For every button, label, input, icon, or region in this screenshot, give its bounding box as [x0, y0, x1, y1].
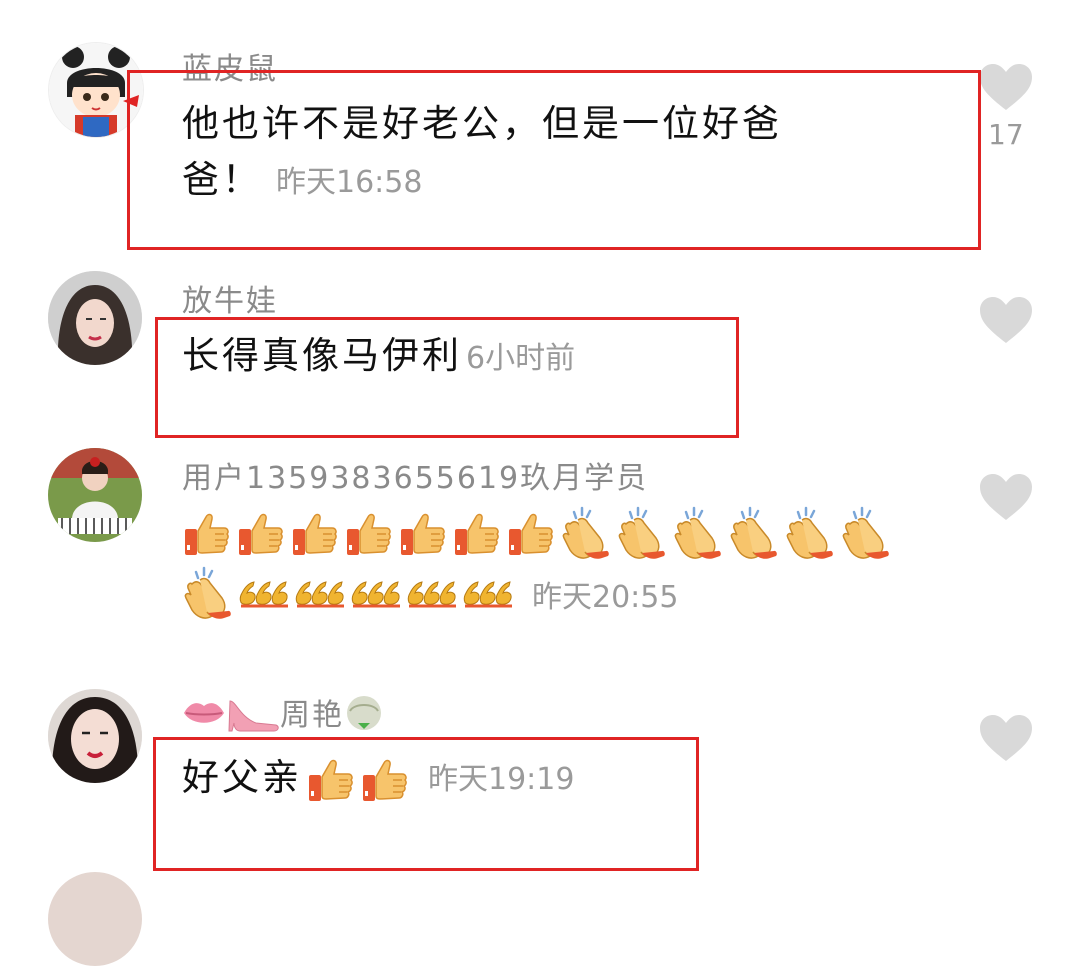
rice-dumpling-icon — [344, 693, 384, 741]
highlight-box — [155, 317, 739, 438]
username-row: 周艳 — [182, 690, 384, 741]
clapping-hands-icon — [728, 506, 780, 562]
high-heel-icon — [226, 693, 280, 741]
username[interactable]: 用户1359383655619玖月学员 — [182, 453, 648, 497]
timestamp: 昨天20:55 — [532, 580, 679, 615]
six-six-six-icon — [462, 578, 516, 610]
like-button[interactable] — [978, 62, 1034, 112]
highlight-box — [153, 737, 699, 871]
clapping-hands-icon — [784, 506, 836, 562]
clapping-hands-icon — [672, 506, 724, 562]
woman-photo-avatar-icon — [48, 271, 142, 365]
thumbs-up-icon — [344, 509, 394, 559]
clapping-hands-icon — [182, 566, 234, 622]
emoji-row-2: 昨天20:55 — [182, 566, 678, 626]
thumbs-up-icon — [290, 509, 340, 559]
woman-closeup-avatar-icon — [48, 689, 142, 783]
like-count: 17 — [988, 118, 1024, 151]
emoji-row-1 — [182, 506, 896, 566]
six-six-six-icon — [294, 578, 348, 610]
thumbs-up-icon — [236, 509, 286, 559]
thumbs-up-icon — [182, 509, 232, 559]
username[interactable]: 周艳 — [280, 698, 344, 733]
lips-icon — [182, 696, 226, 738]
heart-icon — [978, 62, 1034, 112]
thumbs-up-icon — [452, 509, 502, 559]
username[interactable]: 放牛娃 — [182, 276, 278, 320]
avatar[interactable] — [48, 271, 142, 365]
avatar[interactable] — [48, 689, 142, 783]
clapping-hands-icon — [616, 506, 668, 562]
highlight-box — [127, 70, 981, 250]
heart-icon — [978, 713, 1034, 763]
like-button[interactable] — [978, 713, 1034, 763]
clapping-hands-icon — [840, 506, 892, 562]
six-six-six-icon — [406, 578, 460, 610]
avatar[interactable] — [48, 448, 142, 542]
clapping-hands-icon — [560, 506, 612, 562]
thumbs-up-icon — [398, 509, 448, 559]
like-button[interactable] — [978, 472, 1034, 522]
heart-icon — [978, 472, 1034, 522]
heart-icon — [978, 295, 1034, 345]
thumbs-up-icon — [506, 509, 556, 559]
like-button[interactable] — [978, 295, 1034, 345]
six-six-six-icon — [350, 578, 404, 610]
avatar[interactable] — [48, 872, 142, 966]
six-six-six-icon — [238, 578, 292, 610]
girl-piano-avatar-icon — [48, 448, 142, 542]
